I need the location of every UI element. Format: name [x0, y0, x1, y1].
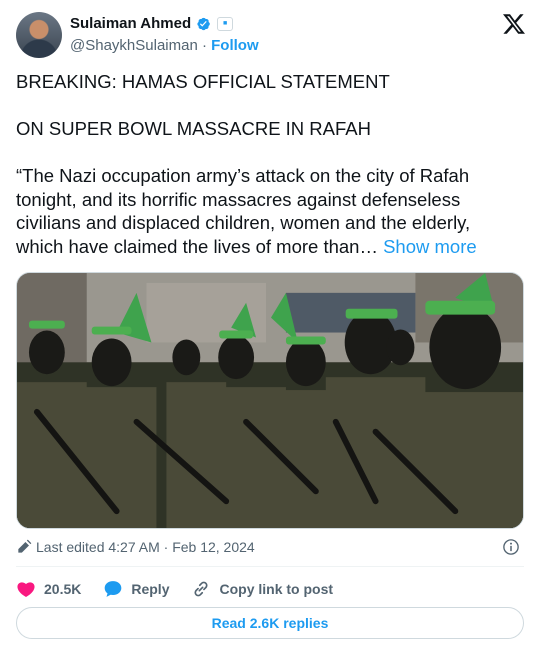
like-button[interactable]: 20.5K — [16, 579, 81, 599]
read-replies-button[interactable]: Read 2.6K replies — [16, 607, 524, 639]
follow-button[interactable]: Follow — [211, 37, 259, 54]
author-handle-row: @ShaykhSulaiman · Follow — [70, 37, 259, 54]
reply-button[interactable]: Reply — [103, 579, 169, 599]
verified-badge-icon — [197, 17, 210, 30]
tweet-meta: Last edited 4:27 AM · Feb 12, 2024 — [16, 537, 524, 557]
tweet-photo[interactable] — [16, 272, 524, 529]
tweet-actions: 20.5K Reply Copy link to post — [16, 577, 355, 601]
like-count: 20.5K — [44, 581, 82, 597]
tweet-headline-line2: ON SUPER BOWL MASSACRE IN RAFAH — [16, 118, 371, 139]
divider — [16, 566, 524, 567]
pencil-icon — [18, 539, 32, 553]
copy-link-label: Copy link to post — [219, 581, 334, 597]
tweet-header: Sulaiman Ahmed ■ @ShaykhSulaiman · Follo… — [16, 12, 526, 58]
handle-separator: · — [201, 37, 207, 54]
last-edited-timestamp[interactable]: Last edited 4:27 AM · Feb 12, 2024 — [36, 539, 255, 555]
author-display-name[interactable]: Sulaiman Ahmed — [70, 15, 191, 32]
author-name-row: Sulaiman Ahmed ■ — [70, 15, 234, 32]
heart-icon — [17, 582, 35, 597]
author-handle[interactable]: @ShaykhSulaiman — [70, 37, 198, 54]
x-logo-icon[interactable] — [502, 12, 526, 36]
speech-bubble-icon — [105, 581, 122, 597]
info-icon[interactable] — [502, 538, 520, 556]
tweet-headline-line1: BREAKING: HAMAS OFFICIAL STATEMENT — [16, 71, 390, 92]
copy-link-button[interactable]: Copy link to post — [191, 579, 333, 599]
link-icon — [194, 581, 208, 597]
photo-image — [17, 273, 523, 528]
tweet-text: BREAKING: HAMAS OFFICIAL STATEMENT ON SU… — [16, 70, 522, 258]
avatar[interactable] — [16, 12, 62, 58]
reply-label: Reply — [131, 581, 170, 597]
affiliate-badge-icon: ■ — [217, 16, 234, 31]
show-more-link[interactable]: Show more — [383, 236, 477, 257]
tweet-body: “The Nazi occupation army’s attack on th… — [16, 164, 522, 258]
